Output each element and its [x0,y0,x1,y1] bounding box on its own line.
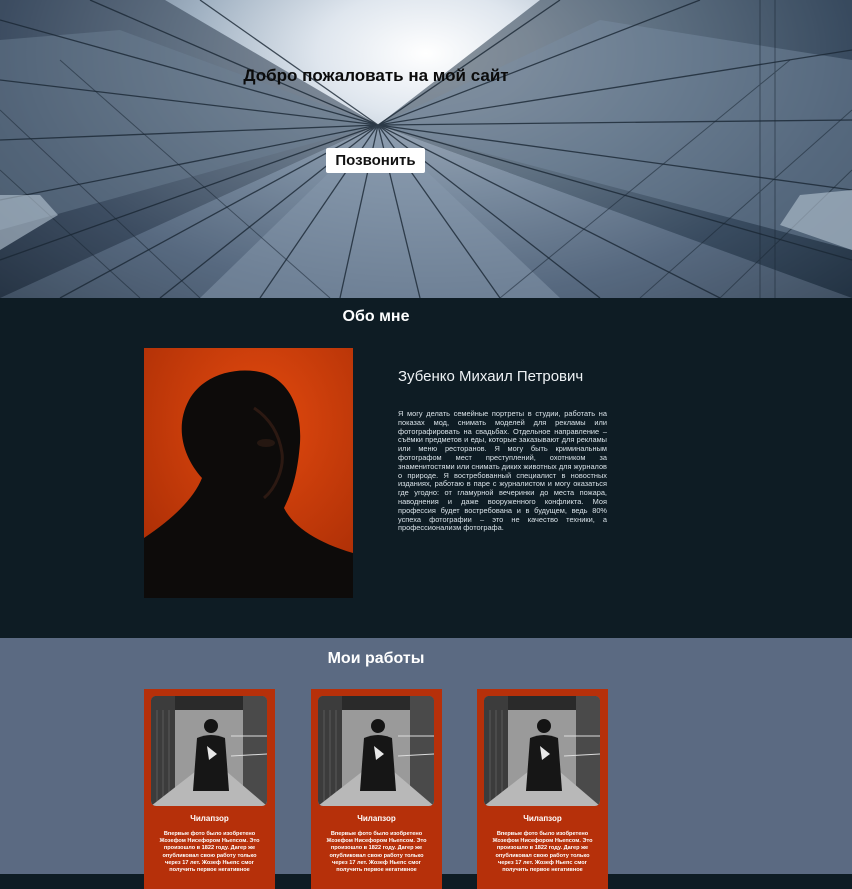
work-photo [318,696,434,806]
person-name: Зубенко Михаил Петрович [398,368,584,385]
work-card-text: Впервые фото было изобретено Жозефом Нис… [492,831,593,874]
about-section: Обо мне Зубенко Михаил Петрович Я могу д… [0,298,852,638]
work-card-text: Впервые фото было изобретено Жозефом Нис… [159,831,260,874]
hero-title: Добро пожаловать на мой сайт [243,66,509,85]
works-heading: Мои работы [327,650,425,667]
portrait-image [144,348,353,598]
about-heading: Обо мне [342,308,410,325]
work-card[interactable]: Чилапзор Впервые фото было изобретено Жо… [477,689,608,889]
work-card-text: Впервые фото было изобретено Жозефом Нис… [326,831,427,874]
work-card[interactable]: Чилапзор Впервые фото было изобретено Жо… [311,689,442,889]
hero-section: Добро пожаловать на мой сайт Позвонить [0,0,852,298]
work-card-title: Чилапзор [357,814,396,823]
work-card-title: Чилапзор [190,814,229,823]
work-photo [484,696,600,806]
portrait-illustration [144,348,353,598]
work-photo [151,696,267,806]
bio-text: Я могу делать семейные портреты в студии… [398,409,607,533]
hero-background-image [0,0,852,298]
work-card[interactable]: Чилапзор Впервые фото было изобретено Жо… [144,689,275,889]
call-button[interactable]: Позвонить [326,148,425,173]
works-section: Мои работы Чилапзор Впервые фото было из… [0,638,852,889]
work-card-title: Чилапзор [523,814,562,823]
